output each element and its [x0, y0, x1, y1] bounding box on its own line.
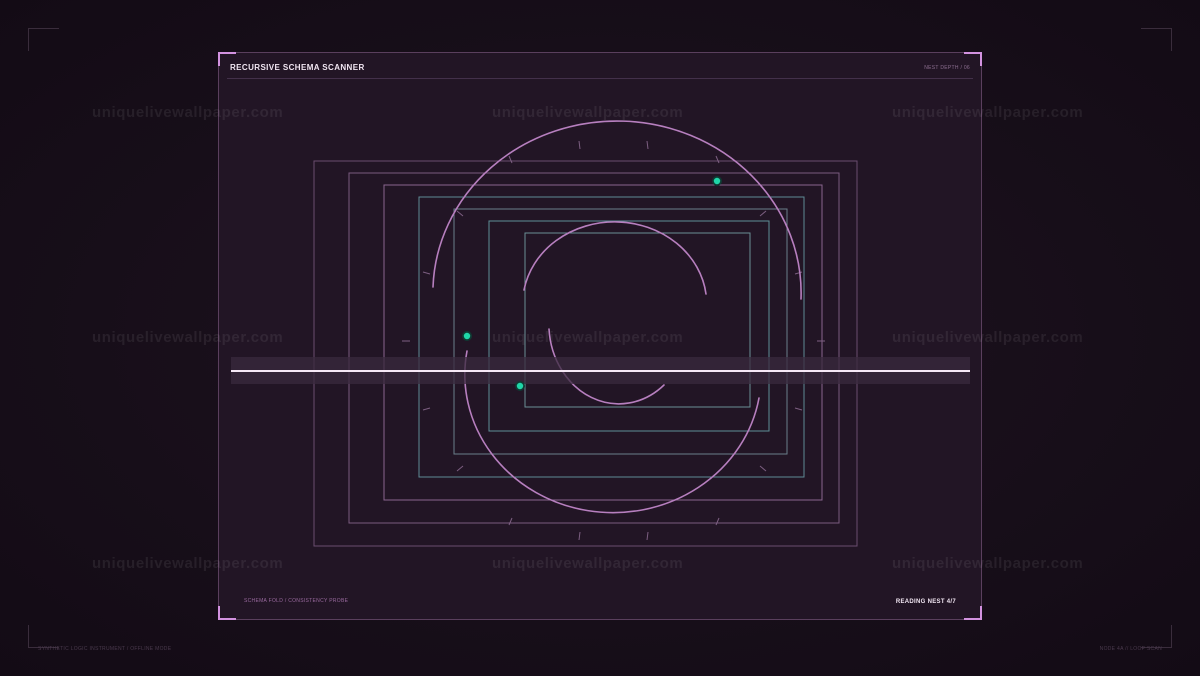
frame-footer-left: SYNTHETIC LOGIC INSTRUMENT / OFFLINE MOD…: [38, 646, 172, 652]
panel-title: RECURSIVE SCHEMA SCANNER: [230, 63, 365, 72]
frame-corner-bottom-right: [1141, 625, 1172, 648]
nest-frame-5: [453, 208, 788, 455]
reading-status: READING NEST 4/7: [895, 599, 956, 605]
frame-corner-top-left: [28, 28, 59, 51]
nest-frame-1: [313, 160, 858, 547]
teal-node-dot-1: [712, 176, 722, 186]
panel-corner-top-right: [964, 52, 982, 66]
frame-corner-bottom-left: [28, 625, 59, 648]
probe-label: SCHEMA FOLD / CONSISTENCY PROBE: [244, 598, 349, 604]
panel-corner-bottom-left: [218, 606, 236, 620]
frame-footer-right: NODE 4A // LOOP SCAN: [1099, 646, 1162, 652]
nest-depth-label: NEST DEPTH / 06: [924, 65, 970, 71]
scanner-screen: SYNTHETIC LOGIC INSTRUMENT / OFFLINE MOD…: [0, 0, 1200, 676]
spiral-arc-outer: [432, 120, 802, 300]
schema-visualization: [231, 120, 970, 547]
panel-corner-bottom-right: [964, 606, 982, 620]
teal-node-dot-2: [462, 331, 472, 341]
frame-corner-top-right: [1141, 28, 1172, 51]
nest-frame-3: [383, 184, 823, 501]
nest-frame-6: [488, 220, 770, 432]
teal-node-dot-3: [515, 381, 525, 391]
header-divider: [227, 78, 973, 79]
scanner-panel: RECURSIVE SCHEMA SCANNER NEST DEPTH / 06…: [218, 52, 982, 620]
